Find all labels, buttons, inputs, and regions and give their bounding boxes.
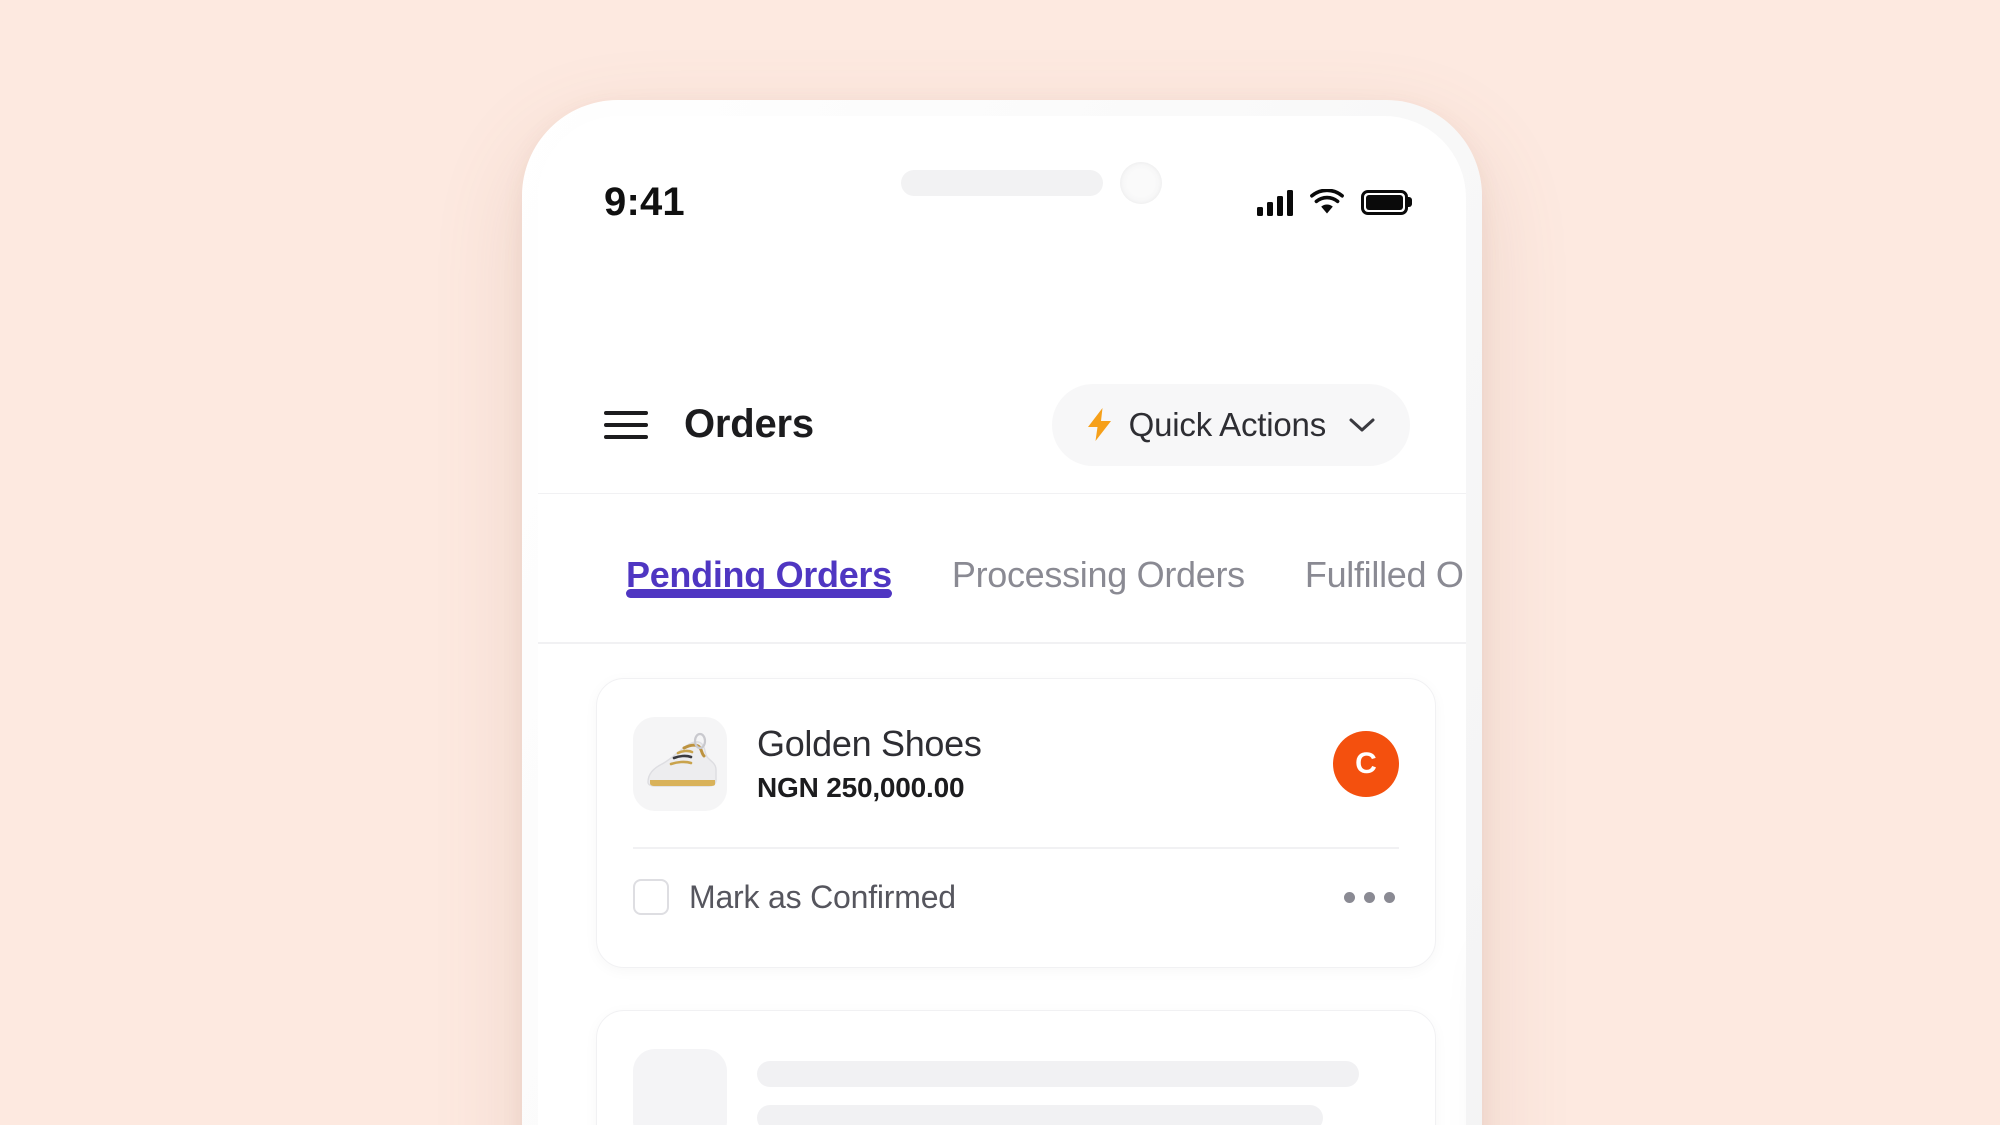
order-product-name: Golden Shoes xyxy=(757,723,982,765)
order-card-actions: Mark as Confirmed xyxy=(597,849,1435,946)
customer-avatar[interactable]: C xyxy=(1333,731,1399,797)
quick-actions-label: Quick Actions xyxy=(1128,405,1327,443)
status-bar-indicators xyxy=(1257,189,1408,216)
skeleton-text-lines xyxy=(757,1061,1399,1125)
order-product-price: NGN 250,000.00 xyxy=(757,771,965,803)
phone-screen: 9:41 Orders Quick Actions Pending Orders… xyxy=(538,116,1466,1125)
kebab-menu-icon[interactable] xyxy=(1340,882,1399,913)
page-title: Orders xyxy=(684,402,814,446)
app-header-left: Orders xyxy=(604,402,814,447)
order-status-tabs: Pending Orders Processing Orders Fulfill… xyxy=(538,516,1466,644)
tab-processing-orders[interactable]: Processing Orders xyxy=(922,516,1275,596)
skeleton-thumbnail xyxy=(633,1049,727,1125)
tab-fulfilled-orders[interactable]: Fulfilled O xyxy=(1275,516,1466,596)
order-product-meta: Golden Shoes NGN 250,000.00 xyxy=(757,724,1303,804)
order-card-summary: Golden Shoes NGN 250,000.00 C xyxy=(597,679,1435,847)
dynamic-island xyxy=(901,170,1103,196)
quick-actions-button[interactable]: Quick Actions xyxy=(1051,383,1410,466)
mark-as-confirmed-checkbox[interactable] xyxy=(633,879,669,916)
front-camera-lens xyxy=(1120,162,1162,204)
mark-as-confirmed-label: Mark as Confirmed xyxy=(689,878,956,915)
sneaker-product-image xyxy=(633,717,727,811)
order-card[interactable]: Golden Shoes NGN 250,000.00 C Mark as Co… xyxy=(596,678,1436,968)
wifi-icon xyxy=(1310,189,1344,214)
order-card-skeleton xyxy=(596,1010,1436,1125)
screenshot-canvas: 9:41 Orders Quick Actions Pending Orders… xyxy=(0,0,2000,1125)
cellular-signal-icon xyxy=(1257,189,1293,216)
hamburger-menu-icon[interactable] xyxy=(604,410,648,439)
app-header: Orders Quick Actions xyxy=(538,356,1466,494)
phone-device-frame: 9:41 Orders Quick Actions Pending Orders… xyxy=(522,100,1482,1125)
skeleton-line xyxy=(757,1105,1323,1125)
chevron-down-icon xyxy=(1349,418,1375,431)
mark-as-confirmed-row[interactable]: Mark as Confirmed xyxy=(633,879,956,916)
skeleton-line xyxy=(757,1061,1359,1087)
tab-pending-orders[interactable]: Pending Orders xyxy=(596,516,922,598)
lightning-bolt-icon xyxy=(1087,408,1111,441)
status-bar-time: 9:41 xyxy=(604,179,685,224)
battery-full-icon xyxy=(1361,189,1408,215)
skeleton-summary xyxy=(597,1011,1435,1125)
